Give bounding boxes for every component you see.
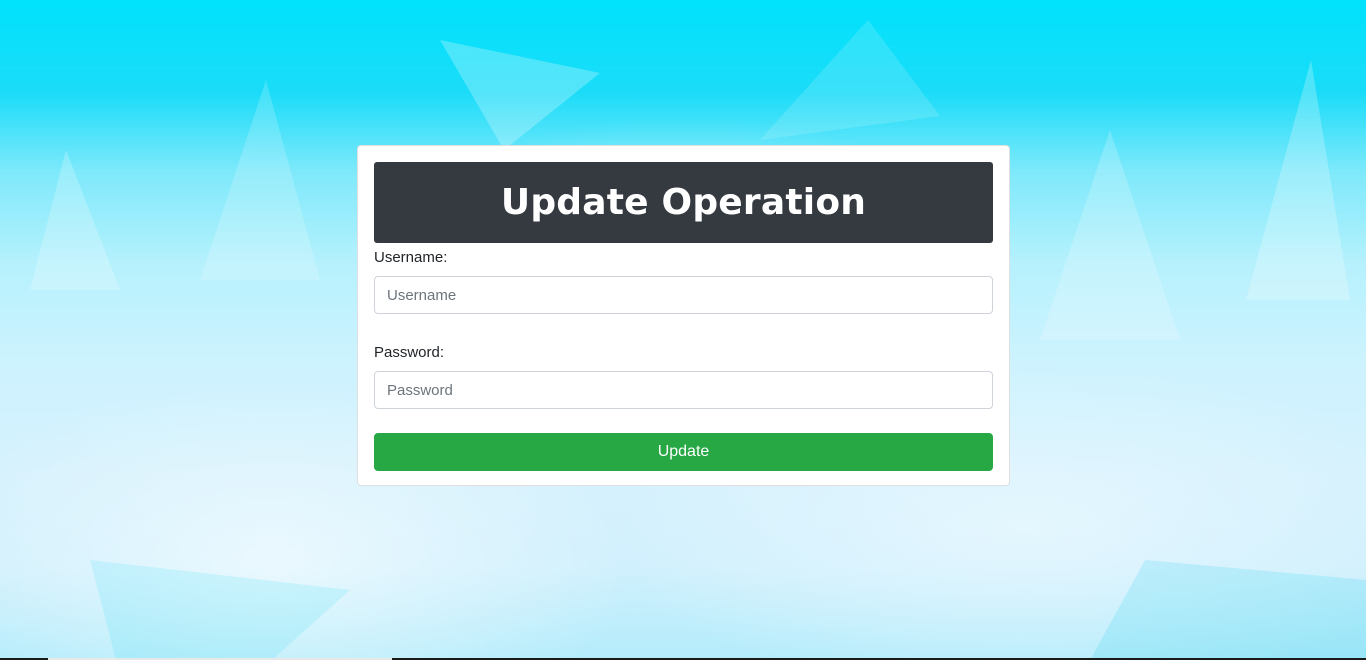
page-title: Update Operation (500, 182, 867, 223)
update-form: Username: Password: Update (374, 247, 993, 471)
background-shard (90, 560, 350, 660)
background-shard (200, 80, 320, 280)
password-group: Password: (374, 342, 993, 409)
update-button[interactable]: Update (374, 433, 993, 471)
background-shard (30, 150, 120, 290)
update-form-card: Update Operation Username: Password: Upd… (357, 145, 1010, 486)
card-header: Update Operation (374, 162, 993, 243)
background-shard (1246, 60, 1350, 300)
background-shard (1090, 560, 1366, 660)
username-input[interactable] (374, 276, 993, 314)
password-label: Password: (374, 344, 445, 361)
background-shard (1040, 130, 1180, 340)
background-shard (440, 40, 600, 150)
username-label: Username: (374, 249, 448, 266)
password-input[interactable] (374, 371, 993, 409)
background-shard (760, 20, 940, 140)
